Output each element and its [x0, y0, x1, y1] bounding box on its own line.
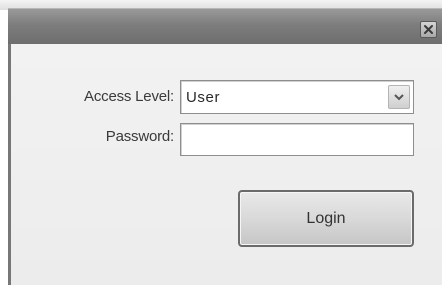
access-level-value: User — [186, 89, 221, 106]
access-level-select[interactable]: User — [180, 80, 414, 114]
login-dialog: Access Level: User Password: Login — [8, 44, 442, 285]
password-label: Password: — [105, 128, 174, 145]
login-screen: Access Level: User Password: Login — [0, 0, 442, 285]
close-icon — [424, 25, 433, 34]
access-level-label: Access Level: — [84, 88, 174, 105]
dropdown-arrow-button[interactable] — [388, 85, 410, 109]
password-field[interactable] — [180, 123, 414, 156]
login-button[interactable]: Login — [238, 190, 414, 247]
close-button[interactable] — [420, 21, 437, 38]
dialog-titlebar — [8, 8, 442, 44]
chevron-down-icon — [394, 93, 404, 100]
